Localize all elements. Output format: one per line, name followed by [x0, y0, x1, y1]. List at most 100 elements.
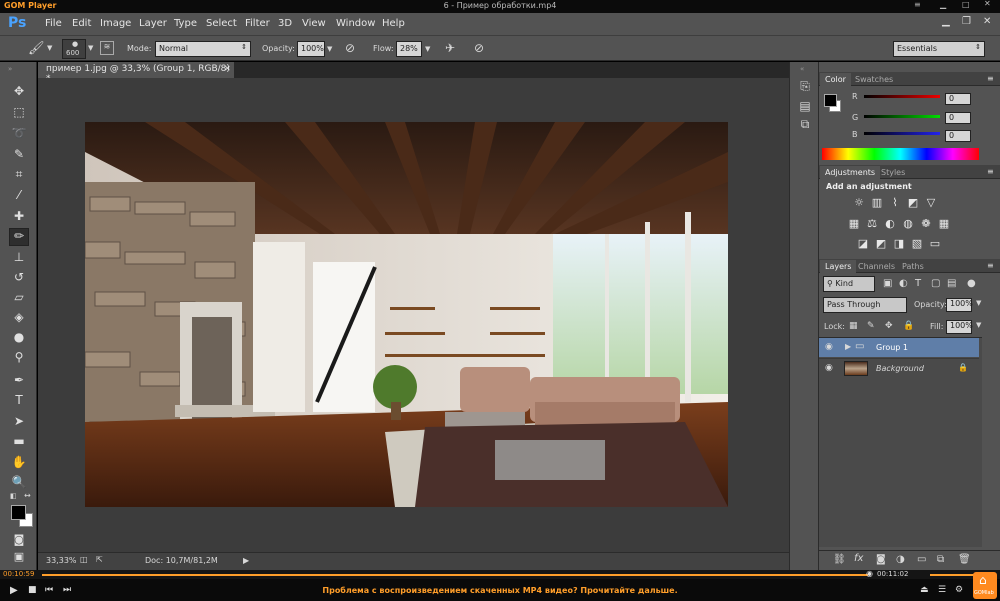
foreground-color-swatch[interactable]: [11, 505, 26, 520]
photo-filter-icon[interactable]: ◍: [902, 218, 914, 230]
filter-smart-object-icon[interactable]: ▤: [947, 278, 956, 289]
seek-handle-icon[interactable]: ◉: [866, 569, 873, 578]
brush-size-picker[interactable]: ● 600: [62, 39, 86, 59]
blend-mode-select[interactable]: Pass Through: [823, 297, 907, 313]
add-mask-icon[interactable]: ◙: [876, 554, 886, 565]
color-fg-swatch[interactable]: [824, 94, 837, 107]
eyedropper-tool-icon[interactable]: ⁄: [9, 188, 29, 206]
filter-adjustment-icon[interactable]: ◐: [899, 278, 908, 289]
group-expand-arrow-icon[interactable]: ▶: [845, 342, 851, 351]
menu-image[interactable]: Image: [100, 18, 131, 29]
brush-tool-preset-icon[interactable]: 🖌: [28, 41, 45, 56]
status-share-icon[interactable]: ⇱: [96, 555, 103, 564]
lock-position-icon[interactable]: ✥: [885, 321, 893, 331]
filter-toggle-icon[interactable]: ●: [967, 278, 976, 289]
player-pin-icon[interactable]: ≡: [914, 0, 921, 9]
pressure-opacity-icon[interactable]: ⊘: [345, 41, 355, 55]
gradient-map-icon[interactable]: ▭: [929, 238, 941, 250]
new-layer-icon[interactable]: ⧉: [937, 554, 944, 565]
pressure-size-icon[interactable]: ⊘: [474, 41, 484, 55]
type-tool-icon[interactable]: T: [9, 393, 29, 411]
status-preview-icon[interactable]: ◫: [80, 555, 88, 564]
paint-bucket-tool-icon[interactable]: ◈: [9, 310, 29, 328]
swap-colors-icon[interactable]: ↔: [24, 491, 31, 500]
gomlab-button[interactable]: ⌂ GOMlab: [973, 572, 997, 599]
player-seek-bar[interactable]: 00:10:59 ◉ 00:11:02: [0, 569, 1000, 579]
properties-panel-icon[interactable]: ⧉: [797, 117, 813, 133]
layer-style-icon[interactable]: fx: [854, 553, 863, 564]
tab-swatches[interactable]: Swatches: [850, 73, 898, 86]
invert-icon[interactable]: ◪: [857, 238, 869, 250]
strip-collapse-icon[interactable]: «: [800, 65, 804, 73]
threshold-icon[interactable]: ◨: [893, 238, 905, 250]
fill-value[interactable]: 100%: [946, 320, 973, 334]
lock-pixels-icon[interactable]: ✎: [867, 321, 875, 331]
layer-name[interactable]: Group 1: [876, 343, 908, 352]
status-menu-arrow-icon[interactable]: ▶: [243, 556, 249, 565]
menu-window[interactable]: Window: [336, 18, 375, 29]
workspace-select[interactable]: Essentials ⇕: [893, 41, 985, 57]
new-adjustment-layer-icon[interactable]: ◑: [896, 554, 905, 565]
hand-tool-icon[interactable]: ✋: [9, 455, 29, 473]
clone-stamp-tool-icon[interactable]: ⊥: [9, 250, 29, 268]
marquee-tool-icon[interactable]: ⬚: [9, 105, 29, 123]
ps-close-icon[interactable]: ✕: [983, 16, 991, 27]
preset-dropdown-arrow-icon[interactable]: ▼: [47, 44, 52, 52]
filter-shape-icon[interactable]: ▢: [931, 278, 940, 289]
dodge-tool-icon[interactable]: ⚲: [9, 350, 29, 368]
link-layers-icon[interactable]: ⛓: [833, 554, 846, 565]
g-value[interactable]: 0: [945, 112, 971, 124]
ps-restore-icon[interactable]: ❐: [962, 16, 971, 27]
quick-mask-icon[interactable]: ◙: [9, 533, 29, 551]
open-file-icon[interactable]: ⏏: [920, 585, 929, 595]
layer-row-background[interactable]: ◉ Background 🔒: [819, 358, 979, 377]
b-slider[interactable]: [864, 132, 940, 135]
menu-layer[interactable]: Layer: [139, 18, 167, 29]
fill-arrow-icon[interactable]: ▼: [976, 321, 981, 329]
layers-menu-icon[interactable]: ≡: [987, 261, 994, 270]
layer-row-group-1[interactable]: ◉ ▶ ▭ Group 1: [819, 338, 979, 357]
path-selection-tool-icon[interactable]: ➤: [9, 414, 29, 432]
toolbox-collapse-icon[interactable]: »: [8, 65, 12, 73]
vibrance-icon[interactable]: ▽: [925, 197, 937, 209]
player-minimize-icon[interactable]: ▁: [940, 0, 946, 9]
exposure-icon[interactable]: ◩: [907, 197, 919, 209]
opacity-input[interactable]: 100%: [297, 41, 325, 57]
actions-panel-icon[interactable]: ▤: [797, 99, 813, 115]
hue-saturation-icon[interactable]: ▦: [848, 218, 860, 230]
tab-paths[interactable]: Paths: [897, 260, 929, 273]
layer-filter-kind-select[interactable]: ⚲ Kind: [823, 276, 875, 292]
airbrush-icon[interactable]: ✈: [445, 41, 455, 55]
levels-icon[interactable]: ▥: [871, 197, 883, 209]
menu-help[interactable]: Help: [382, 18, 405, 29]
layer-opacity-value[interactable]: 100%: [946, 298, 973, 312]
mode-select[interactable]: Normal ⇕: [155, 41, 251, 57]
brush-tool-icon[interactable]: ✏: [9, 228, 29, 246]
tab-layers[interactable]: Layers: [820, 260, 857, 273]
lock-all-icon[interactable]: 🔒: [903, 321, 914, 331]
adjustments-menu-icon[interactable]: ≡: [987, 167, 994, 176]
document-canvas-image[interactable]: [85, 122, 728, 507]
healing-brush-tool-icon[interactable]: ✚: [9, 209, 29, 227]
filter-pixel-icon[interactable]: ▣: [883, 278, 892, 289]
curves-icon[interactable]: ⌇: [889, 197, 901, 209]
color-lookup-icon[interactable]: ▦: [938, 218, 950, 230]
menu-3d[interactable]: 3D: [278, 18, 292, 29]
selective-color-icon[interactable]: ▧: [911, 238, 923, 250]
screen-mode-icon[interactable]: ▣: [9, 550, 29, 568]
posterize-icon[interactable]: ◩: [875, 238, 887, 250]
color-panel-menu-icon[interactable]: ≡: [987, 74, 994, 83]
lasso-tool-icon[interactable]: ➰: [9, 126, 29, 144]
menu-filter[interactable]: Filter: [245, 18, 270, 29]
layer-visibility-eye-icon[interactable]: ◉: [825, 342, 833, 352]
r-slider[interactable]: [864, 95, 940, 98]
player-notification[interactable]: Проблема с воспроизведением скаченных MP…: [0, 586, 1000, 595]
shape-tool-icon[interactable]: ▬: [9, 434, 29, 452]
document-tab[interactable]: пример 1.jpg @ 33,3% (Group 1, RGB/8) * …: [38, 62, 234, 84]
ps-minimize-icon[interactable]: ▁: [942, 16, 950, 27]
zoom-level[interactable]: 33,33%: [46, 556, 77, 565]
pen-tool-icon[interactable]: ✒: [9, 373, 29, 391]
playlist-icon[interactable]: ☰: [938, 585, 946, 595]
filter-type-icon[interactable]: T: [915, 278, 921, 289]
tab-channels[interactable]: Channels: [853, 260, 900, 273]
